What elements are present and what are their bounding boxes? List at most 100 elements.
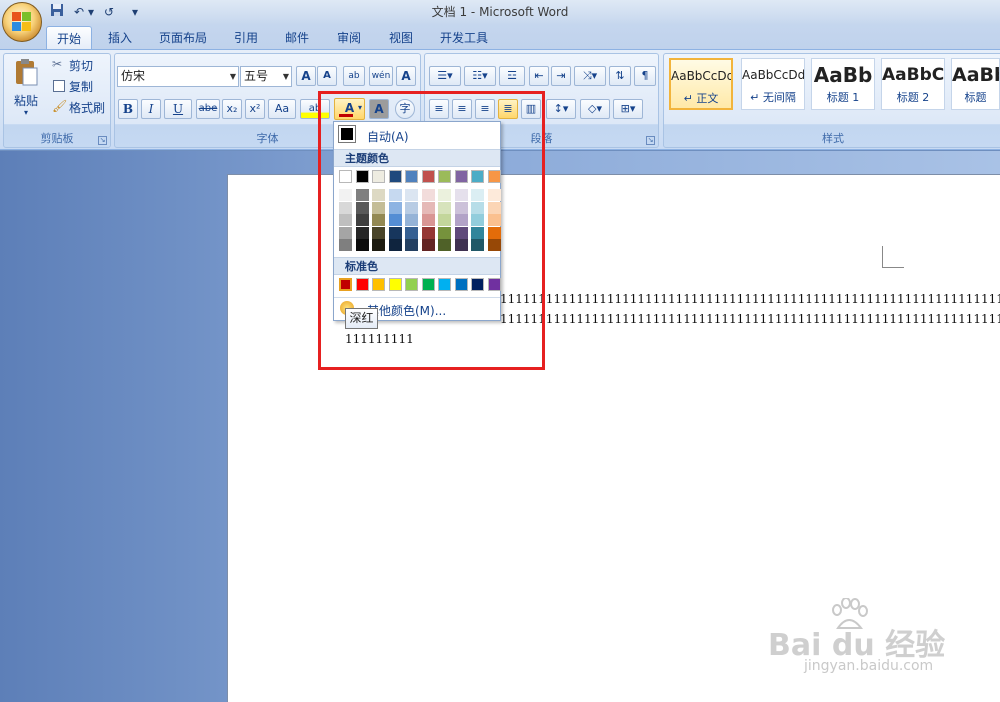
- tab-mailings[interactable]: 邮件: [277, 26, 317, 50]
- theme-color-swatch[interactable]: [388, 170, 402, 183]
- theme-shade-swatch[interactable]: [339, 226, 352, 239]
- change-case-button[interactable]: Aa: [268, 99, 296, 119]
- theme-shade-swatch[interactable]: [355, 239, 369, 251]
- style-heading-2[interactable]: AaBbC 标题 2: [881, 58, 945, 110]
- clear-format-button[interactable]: ab: [343, 66, 365, 86]
- paragraph-launcher-icon[interactable]: ↘: [646, 136, 655, 145]
- theme-shade-swatch[interactable]: [454, 226, 468, 239]
- theme-color-swatch[interactable]: [339, 170, 352, 183]
- shrink-font-button[interactable]: A: [317, 66, 337, 86]
- standard-color-swatch[interactable]: [355, 278, 369, 291]
- theme-shade-swatch[interactable]: [388, 214, 402, 226]
- align-center-button[interactable]: ≡: [452, 99, 472, 119]
- tab-home[interactable]: 开始: [46, 26, 92, 50]
- align-left-button[interactable]: ≡: [429, 99, 449, 119]
- theme-shade-swatch[interactable]: [438, 239, 451, 251]
- tab-insert[interactable]: 插入: [99, 26, 141, 50]
- theme-shade-swatch[interactable]: [372, 189, 385, 201]
- theme-shade-swatch[interactable]: [355, 226, 369, 239]
- theme-shade-swatch[interactable]: [438, 189, 451, 201]
- theme-shade-swatch[interactable]: [487, 189, 501, 201]
- theme-shade-swatch[interactable]: [355, 214, 369, 226]
- highlight-button[interactable]: ab: [300, 99, 330, 119]
- theme-color-swatch[interactable]: [454, 170, 468, 183]
- standard-color-swatch[interactable]: [372, 278, 385, 291]
- standard-color-swatch[interactable]: [471, 278, 484, 291]
- theme-shade-swatch[interactable]: [471, 189, 484, 201]
- format-painter-button[interactable]: 🖌 格式刷: [52, 99, 108, 116]
- save-icon[interactable]: [48, 3, 66, 21]
- theme-shade-swatch[interactable]: [421, 214, 435, 226]
- justify-button[interactable]: ≣: [498, 99, 518, 119]
- paste-button[interactable]: 粘贴 ▾: [8, 58, 44, 120]
- bold-button[interactable]: B: [118, 99, 138, 119]
- customize-qat-icon[interactable]: ▾: [130, 3, 140, 21]
- tab-page-layout[interactable]: 页面布局: [150, 26, 216, 50]
- theme-shade-swatch[interactable]: [471, 226, 484, 239]
- theme-shade-swatch[interactable]: [405, 201, 418, 214]
- character-border-button[interactable]: A: [396, 66, 416, 86]
- theme-shade-swatch[interactable]: [355, 201, 369, 214]
- theme-shade-swatch[interactable]: [471, 214, 484, 226]
- theme-shade-swatch[interactable]: [421, 226, 435, 239]
- theme-shade-swatch[interactable]: [339, 189, 352, 201]
- subscript-button[interactable]: x₂: [222, 99, 242, 119]
- theme-shade-swatch[interactable]: [388, 201, 402, 214]
- standard-color-swatch[interactable]: [487, 278, 501, 291]
- numbering-button[interactable]: ☷▾: [464, 66, 496, 86]
- paragraph-shading-button[interactable]: ◇▾: [580, 99, 610, 119]
- line-spacing-button[interactable]: ↕▾: [546, 99, 576, 119]
- font-color-button[interactable]: A ▾: [334, 98, 365, 120]
- phonetic-guide-button[interactable]: wén: [369, 66, 393, 86]
- theme-color-swatch[interactable]: [405, 170, 418, 183]
- cut-button[interactable]: ✂ 剪切: [52, 57, 108, 74]
- grow-font-button[interactable]: A: [296, 66, 316, 86]
- italic-button[interactable]: I: [141, 99, 161, 119]
- theme-color-swatch[interactable]: [487, 170, 501, 183]
- theme-color-swatch[interactable]: [421, 170, 435, 183]
- tab-view[interactable]: 视图: [381, 26, 421, 50]
- standard-color-swatch[interactable]: [388, 278, 402, 291]
- paste-dropdown-icon[interactable]: ▾: [8, 108, 44, 117]
- theme-shade-swatch[interactable]: [471, 201, 484, 214]
- tab-references[interactable]: 引用: [226, 26, 266, 50]
- enclose-characters-button[interactable]: 字: [395, 99, 415, 119]
- theme-color-swatch[interactable]: [471, 170, 484, 183]
- office-button[interactable]: [2, 2, 42, 42]
- standard-color-swatch[interactable]: [438, 278, 451, 291]
- distributed-button[interactable]: ▥: [521, 99, 541, 119]
- theme-shade-swatch[interactable]: [471, 239, 484, 251]
- theme-shade-swatch[interactable]: [405, 226, 418, 239]
- sort-button[interactable]: ⇅: [609, 66, 631, 86]
- copy-button[interactable]: 复制: [52, 78, 108, 95]
- redo-icon[interactable]: ↺: [100, 3, 118, 21]
- theme-shade-swatch[interactable]: [339, 214, 352, 226]
- theme-shade-swatch[interactable]: [405, 214, 418, 226]
- theme-shade-swatch[interactable]: [454, 201, 468, 214]
- multilevel-list-button[interactable]: ☲: [499, 66, 525, 86]
- bullets-button[interactable]: ☰▾: [429, 66, 461, 86]
- superscript-button[interactable]: x²: [245, 99, 265, 119]
- strikethrough-button[interactable]: abe: [196, 99, 220, 119]
- theme-shade-swatch[interactable]: [421, 239, 435, 251]
- increase-indent-button[interactable]: ⇥: [551, 66, 571, 86]
- borders-button[interactable]: ⊞▾: [613, 99, 643, 119]
- undo-dropdown-icon[interactable]: ▾: [86, 3, 96, 21]
- theme-shade-swatch[interactable]: [487, 239, 501, 251]
- standard-color-swatch[interactable]: [339, 278, 352, 291]
- theme-shade-swatch[interactable]: [454, 189, 468, 201]
- theme-shade-swatch[interactable]: [339, 201, 352, 214]
- theme-shade-swatch[interactable]: [339, 239, 352, 251]
- theme-color-swatch[interactable]: [438, 170, 451, 183]
- theme-shade-swatch[interactable]: [454, 214, 468, 226]
- tab-review[interactable]: 审阅: [329, 26, 369, 50]
- theme-shade-swatch[interactable]: [405, 239, 418, 251]
- theme-shade-swatch[interactable]: [355, 189, 369, 201]
- standard-color-swatch[interactable]: [454, 278, 468, 291]
- theme-shade-swatch[interactable]: [438, 214, 451, 226]
- align-right-button[interactable]: ≡: [475, 99, 495, 119]
- style-no-spacing[interactable]: AaBbCcDd ↵ 无间隔: [741, 58, 805, 110]
- standard-color-swatch[interactable]: [405, 278, 418, 291]
- document-text-line-2[interactable]: 1111111111111111111111111111111111111111…: [500, 312, 1000, 326]
- theme-shade-swatch[interactable]: [372, 239, 385, 251]
